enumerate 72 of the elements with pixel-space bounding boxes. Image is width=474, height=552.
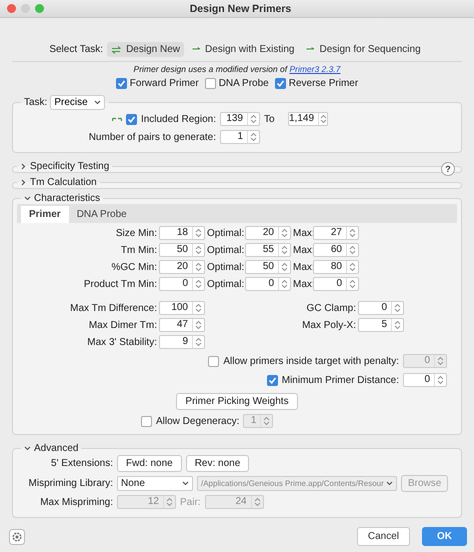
field-label: Optimal: (207, 278, 243, 290)
number-field[interactable]: 0 (403, 373, 447, 387)
number-field[interactable]: 27 (313, 226, 359, 240)
number-field[interactable]: 1,149 (288, 112, 328, 126)
field-label: Max Dimer Tm: (88, 320, 157, 330)
section-header[interactable]: Tm Calculation (17, 177, 100, 188)
to-label: To (264, 114, 276, 124)
help-button[interactable]: ? (441, 162, 455, 176)
field-label: Size Min: (114, 228, 157, 238)
checkbox-label: DNA Probe (218, 78, 269, 89)
number-field[interactable]: 100 (159, 301, 205, 315)
field-label: Max Poly-X: (302, 320, 356, 330)
checkbox-label: Allow primers inside target with penalty: (223, 356, 399, 366)
pairs-label: Number of pairs to generate: (88, 132, 216, 142)
number-field[interactable]: 9 (159, 335, 205, 349)
checkbox-label: Forward Primer (130, 78, 199, 89)
number-field[interactable]: 80 (313, 260, 359, 274)
field-label: Max: (293, 278, 311, 290)
field-label: Optimal: (207, 262, 243, 272)
number-field[interactable]: 0 (245, 277, 291, 291)
select-task-label: Select Task: (49, 44, 104, 55)
primer3-link[interactable]: Primer3 2.3.7 (289, 64, 340, 74)
section-header[interactable]: Characteristics (21, 193, 104, 204)
field-label: Max Tm Difference: (69, 302, 157, 314)
extension-button[interactable]: Fwd: none (117, 455, 182, 472)
field-label: Max 3' Stability: (86, 336, 157, 348)
number-field[interactable]: 1 (220, 130, 260, 144)
field-label: Optimal: (207, 228, 243, 238)
task-option[interactable]: Design for Sequencing (302, 42, 425, 57)
field-label: Product Tm Min: (82, 278, 157, 290)
number-field[interactable]: 20 (159, 260, 205, 274)
task-option[interactable]: Design New (107, 42, 184, 57)
number-field[interactable]: 5 (358, 318, 404, 332)
cancel-button[interactable]: Cancel (356, 527, 410, 546)
number-field[interactable]: 47 (159, 318, 205, 332)
number-field[interactable]: 55 (245, 243, 291, 257)
number-field[interactable]: 0 (159, 277, 205, 291)
field-label: 5' Extensions: (50, 458, 113, 469)
section-header[interactable]: Specificity Testing (17, 161, 112, 172)
number-field[interactable]: 50 (159, 243, 205, 257)
field-label: Max: (293, 244, 311, 256)
checkbox-label: Minimum Primer Distance: (282, 374, 399, 386)
field-label: Max: (293, 228, 311, 238)
tab[interactable]: Primer (21, 206, 69, 223)
number-field[interactable]: 139 (220, 112, 260, 126)
library-dropdown[interactable]: None (117, 476, 193, 491)
primer-picking-weights-button[interactable]: Primer Picking Weights (176, 393, 298, 410)
section-header[interactable]: Advanced (21, 443, 82, 454)
field-label: Optimal: (207, 244, 243, 256)
number-field[interactable]: 20 (245, 226, 291, 240)
task-option[interactable]: Design with Existing (188, 42, 298, 57)
field-label: Max Mispriming: (39, 496, 113, 508)
tab[interactable]: DNA Probe (68, 206, 135, 223)
number-field[interactable]: 0 (358, 301, 404, 315)
primer-version-note: Primer design uses a modified version of Primer3 2.3.7 (132, 64, 342, 74)
field-label: %GC Min: (110, 262, 157, 272)
included-region-label: Included Region: (140, 114, 216, 124)
field-label: Mispriming Library: (28, 478, 113, 489)
field-label: GC Clamp: (306, 302, 356, 314)
number-field[interactable]: 50 (245, 260, 291, 274)
extension-button[interactable]: Rev: none (186, 455, 250, 472)
task-label: Task: (24, 97, 48, 108)
field-label: Pair: (180, 496, 201, 508)
task-dropdown[interactable]: Precise (50, 95, 105, 110)
field-label: Tm Min: (120, 244, 157, 256)
checkbox-label: Allow Degeneracy: (156, 416, 240, 426)
number-field[interactable]: 60 (313, 243, 359, 257)
window-title: Design New Primers (188, 2, 292, 14)
field-label: Max: (293, 262, 311, 272)
number-field[interactable]: 0 (313, 277, 359, 291)
checkbox-label: Reverse Primer (288, 78, 358, 89)
number-field[interactable]: 18 (159, 226, 205, 240)
